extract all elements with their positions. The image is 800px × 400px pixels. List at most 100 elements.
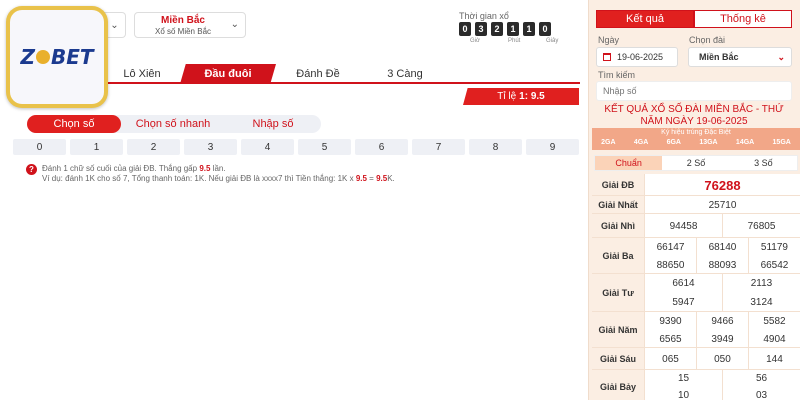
prize-label: Giải Nhì <box>592 214 644 237</box>
rule-text: lần. <box>210 164 226 173</box>
prize-values: 6614 2113 5947 3124 <box>644 274 800 312</box>
number-button[interactable]: 8 <box>469 139 522 155</box>
rule-text: Đánh 1 chữ số cuối của giải ĐB. Thắng gấ… <box>42 164 200 173</box>
prize-number: 15 <box>644 370 722 387</box>
table-row: Giải ĐB 76288 <box>592 174 800 196</box>
region-select-top[interactable]: Miền Bắc Xổ số Miền Bắc ⌄ <box>134 12 246 38</box>
pick-mode-selector: Chọn số Chọn số nhanh Nhập số <box>27 115 321 133</box>
help-icon: ? <box>26 164 37 175</box>
table-row: Giải Tư 6614 2113 5947 3124 <box>592 274 800 312</box>
region-select-title: Miền Bắc <box>161 15 205 26</box>
number-button[interactable]: 4 <box>241 139 294 155</box>
logo-mark: Z BET <box>10 10 104 104</box>
date-value: 19-06-2025 <box>617 52 664 62</box>
mode-nhap-so[interactable]: Nhập số <box>225 115 321 133</box>
results-title-line1: KẾT QUẢ XỔ SỐ ĐÀI MIỀN BẮC - THỨ <box>604 104 784 115</box>
station-select[interactable]: Miền Bắc ⌄ <box>688 47 792 67</box>
prize-number: 3949 <box>695 330 748 348</box>
prize-number: 144 <box>747 348 800 370</box>
date-label: Ngày <box>598 35 620 45</box>
prize-label: Giải Năm <box>592 312 644 347</box>
countdown-digit: 1 <box>507 22 519 36</box>
prize-number: 050 <box>695 348 748 370</box>
rule-example: Ví dụ: đánh 1K cho số 7, Tổng thanh toán… <box>42 174 395 183</box>
prize-number: 88650 <box>644 256 696 274</box>
calendar-icon <box>603 53 611 61</box>
prize-values: 25710 <box>644 196 800 214</box>
number-button[interactable]: 0 <box>13 139 66 155</box>
prize-number: 25710 <box>644 196 800 214</box>
tab-ket-qua[interactable]: Kết quả <box>596 10 694 28</box>
number-grid: 0 1 2 3 4 5 6 7 8 9 <box>13 139 579 155</box>
prize-number: 2113 <box>722 274 800 293</box>
table-row: Giải Nhất 25710 <box>592 196 800 214</box>
number-button[interactable]: 3 <box>184 139 237 155</box>
prize-number: 5947 <box>644 293 722 312</box>
tab-2-so[interactable]: 2 Số <box>662 156 729 170</box>
countdown-digit: 0 <box>539 22 551 36</box>
special-code: 2GA <box>601 139 616 146</box>
countdown-units: Giờ Phút Giây <box>470 38 584 44</box>
prize-number: 66542 <box>747 256 800 274</box>
number-button[interactable]: 1 <box>70 139 123 155</box>
tab-thong-ke[interactable]: Thống kê <box>694 10 792 28</box>
results-table: Giải ĐB 76288 Giải Nhất 25710 Giải Nhì 9… <box>592 174 800 400</box>
tab-3-cang[interactable]: 3 Càng <box>370 64 440 84</box>
prize-number: 51179 <box>747 238 800 256</box>
table-row: Giải Năm 9390 9466 5582 6565 3949 4904 <box>592 312 800 348</box>
prize-number: 03 <box>722 387 800 400</box>
chevron-down-icon: ⌄ <box>230 19 239 30</box>
countdown-digit: 3 <box>475 22 487 36</box>
panel-tabs: Kết quả Thống kê <box>596 10 792 28</box>
tab-lo-xien[interactable]: Lô Xiên <box>108 64 176 84</box>
chevron-down-icon: ⌄ <box>777 52 785 62</box>
prize-number: 065 <box>644 348 696 370</box>
special-codes-bar: Ký hiệu trúng Đặc Biệt 2GA 4GA 6GA 13GA … <box>592 128 800 150</box>
number-button[interactable]: 5 <box>298 139 351 155</box>
prize-values: 94458 76805 <box>644 214 800 238</box>
table-row: Giải Sáu 065 050 144 <box>592 348 800 370</box>
number-button[interactable]: 9 <box>526 139 579 155</box>
bet-type-tabs: Lô Xiên Đầu đuôi Đánh Đề 3 Càng <box>108 64 580 84</box>
prize-number: 9390 <box>644 312 696 330</box>
logo-text-right: BET <box>50 45 94 69</box>
logo-text-left: Z <box>20 45 35 69</box>
prize-label: Giải Ba <box>592 238 644 273</box>
mode-chon-so[interactable]: Chọn số <box>27 115 121 133</box>
rule-multiplier: 9.5 <box>199 164 211 173</box>
tab-3-so[interactable]: 3 Số <box>730 156 797 170</box>
countdown-digit: 0 <box>459 22 471 36</box>
special-code: 6GA <box>666 139 681 146</box>
chevron-down-icon: ⌄ <box>110 19 119 31</box>
prize-number: 88093 <box>695 256 748 274</box>
tab-chuan[interactable]: Chuẩn <box>595 156 663 170</box>
countdown-digit: 2 <box>491 22 503 36</box>
tab-dau-duoi[interactable]: Đầu đuôi <box>180 64 276 84</box>
coin-icon <box>35 50 50 64</box>
countdown-label: Thời gian xổ <box>459 11 509 21</box>
station-value: Miền Bắc <box>699 52 739 62</box>
rule-description: Đánh 1 chữ số cuối của giải ĐB. Thắng gấ… <box>42 164 226 173</box>
station-label: Chọn đài <box>689 35 726 45</box>
prize-number: 9466 <box>695 312 748 330</box>
prize-number: 6614 <box>644 274 722 293</box>
number-button[interactable]: 2 <box>127 139 180 155</box>
search-input[interactable] <box>596 81 792 101</box>
number-button[interactable]: 6 <box>355 139 408 155</box>
tab-danh-de[interactable]: Đánh Đề <box>278 64 358 84</box>
zobet-logo[interactable]: Z BET <box>6 6 108 108</box>
countdown-digit: 1 <box>523 22 535 36</box>
special-code: 15GA <box>772 139 791 146</box>
date-picker[interactable]: 19-06-2025 <box>596 47 678 67</box>
countdown-timer: 0 3 2 1 1 0 <box>459 22 551 36</box>
search-label: Tìm kiếm <box>598 70 635 80</box>
table-row: Giải Bảy 15 56 10 03 <box>592 370 800 400</box>
prize-values: 76288 <box>644 174 800 196</box>
number-button[interactable]: 7 <box>412 139 465 155</box>
mode-chon-so-nhanh[interactable]: Chọn số nhanh <box>121 115 225 133</box>
prize-values: 66147 68140 51179 88650 88093 66542 <box>644 238 800 274</box>
ratio-value: 1: 9.5 <box>519 91 545 102</box>
special-code: 13GA <box>699 139 718 146</box>
prize-number: 68140 <box>695 238 748 256</box>
table-row: Giải Ba 66147 68140 51179 88650 88093 66… <box>592 238 800 274</box>
